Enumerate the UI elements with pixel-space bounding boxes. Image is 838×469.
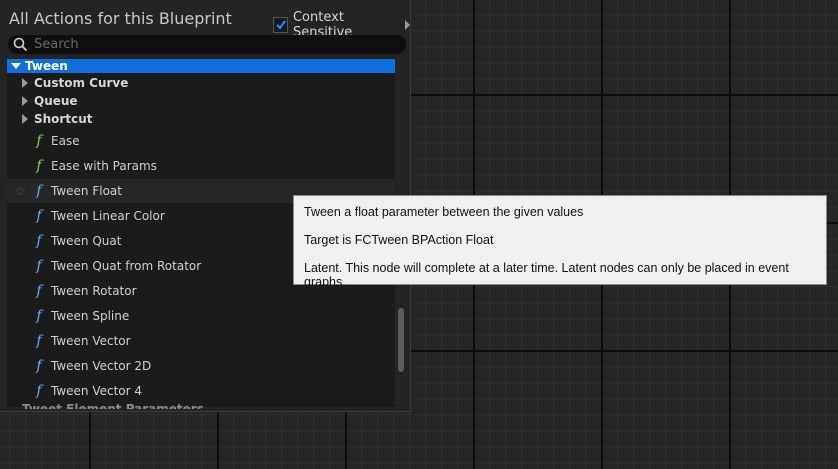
- tree-category-tween[interactable]: Tween: [7, 59, 395, 73]
- function-icon: f: [36, 308, 42, 324]
- partial-category-label: Tweet Element Parameters: [22, 403, 204, 409]
- collapsed-arrow-icon[interactable]: [22, 78, 28, 88]
- action-label: Tween Vector 4: [51, 384, 143, 398]
- tooltip-latent-note: Latent. This node will complete at a lat…: [304, 261, 789, 289]
- function-icon: f: [36, 258, 42, 274]
- tooltip-description: Tween a float parameter between the give…: [304, 205, 584, 219]
- collapsed-arrow-icon[interactable]: [22, 96, 28, 106]
- function-icon: f: [36, 158, 42, 174]
- category-label: Tween: [25, 59, 68, 73]
- node-tooltip: Tween a float parameter between the give…: [293, 195, 827, 289]
- subcategory-label: Custom Curve: [34, 76, 129, 90]
- action-label: Tween Vector 2D: [51, 359, 152, 373]
- list-item[interactable]: f Tween Vector: [7, 329, 395, 353]
- tree-subcategory-shortcut[interactable]: Shortcut: [7, 110, 395, 128]
- function-icon: f: [36, 183, 42, 199]
- tooltip-target: Target is FCTween BPAction Float: [304, 233, 494, 247]
- favorite-star-icon[interactable]: ☆: [15, 184, 26, 198]
- subcategory-label: Queue: [34, 94, 78, 108]
- subcategory-label: Shortcut: [34, 112, 93, 126]
- list-item[interactable]: f Tween Vector 2D: [7, 354, 395, 378]
- function-icon: f: [36, 233, 42, 249]
- action-label: Tween Spline: [51, 309, 130, 323]
- action-label: Tween Quat: [51, 234, 122, 248]
- collapsed-arrow-icon[interactable]: [22, 114, 28, 124]
- action-label: Tween Linear Color: [51, 209, 165, 223]
- tree-subcategory-queue[interactable]: Queue: [7, 92, 395, 110]
- scrollbar-thumb[interactable]: [398, 308, 404, 372]
- search-box[interactable]: [8, 35, 406, 54]
- action-label: Ease with Params: [51, 159, 157, 173]
- action-label: Tween Rotator: [51, 284, 137, 298]
- chevron-right-icon[interactable]: [405, 20, 410, 30]
- action-label: Ease: [51, 134, 80, 148]
- action-label: Tween Quat from Rotator: [51, 259, 202, 273]
- list-item[interactable]: f Tween Vector 4: [7, 379, 395, 403]
- function-icon: f: [36, 358, 42, 374]
- action-label: Tween Float: [51, 184, 122, 198]
- function-icon: f: [36, 133, 42, 149]
- context-sensitive-checkbox[interactable]: [273, 17, 288, 33]
- list-item[interactable]: f Ease with Params: [7, 154, 395, 178]
- function-icon: f: [36, 383, 42, 399]
- action-menu-header: All Actions for this Blueprint Context S…: [0, 0, 410, 40]
- action-label: Tween Vector: [51, 334, 131, 348]
- search-icon: [13, 37, 28, 52]
- search-input[interactable]: [34, 36, 394, 53]
- list-item[interactable]: f Ease: [7, 129, 395, 153]
- list-item[interactable]: f Tween Spline: [7, 304, 395, 328]
- checkmark-icon: [276, 20, 286, 30]
- action-menu-title: All Actions for this Blueprint: [9, 9, 232, 28]
- function-icon: f: [36, 333, 42, 349]
- tree-subcategory-custom-curve[interactable]: Custom Curve: [7, 74, 395, 92]
- expanded-arrow-icon[interactable]: [11, 63, 21, 69]
- function-icon: f: [36, 208, 42, 224]
- function-icon: f: [36, 283, 42, 299]
